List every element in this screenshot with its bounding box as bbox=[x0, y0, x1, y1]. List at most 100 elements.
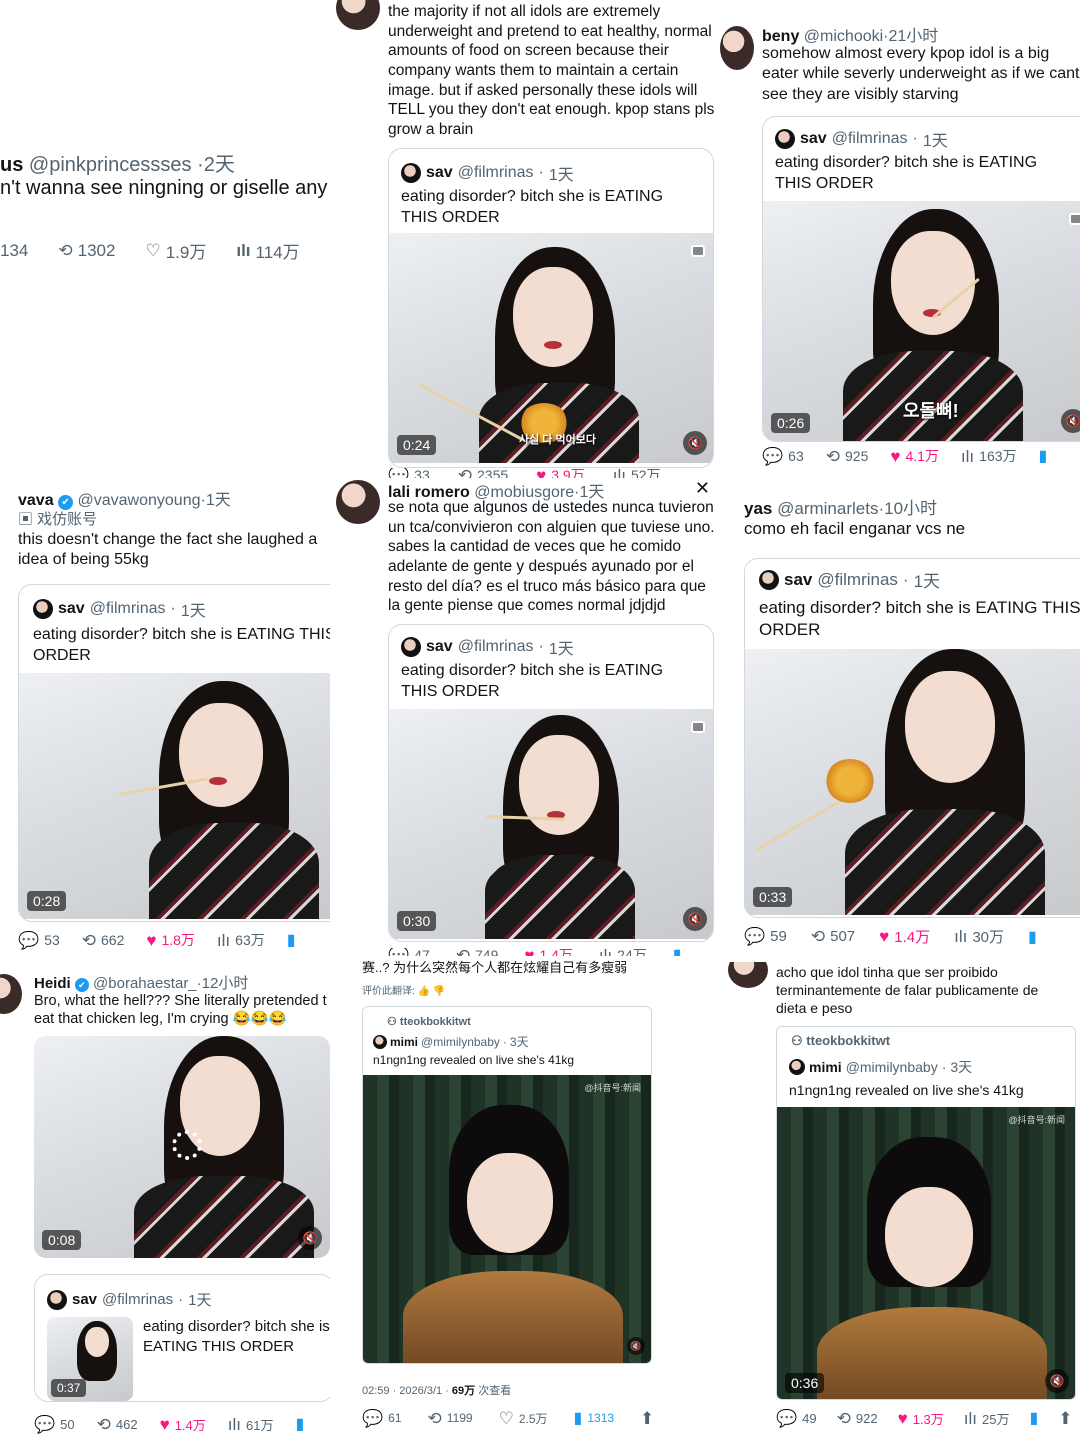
bookmark-icon: ▮ bbox=[1038, 448, 1048, 465]
reply-button[interactable]: 💬 61 bbox=[362, 1410, 402, 1427]
heart-icon: ♥ bbox=[146, 930, 157, 950]
action-bar: 💬 59 ⟲ 507 ♥ 1.4万 ılı 30万 ▮ bbox=[744, 926, 1037, 947]
views-button[interactable]: ılı 163万 bbox=[961, 446, 1017, 466]
avatar[interactable] bbox=[0, 974, 22, 1014]
quote-source: ⚇ tteokbokkitwt bbox=[387, 1016, 471, 1028]
quoted-tweet[interactable]: sav @filmrinas · 1天 eating disorder? bitch … bbox=[18, 584, 330, 922]
reply-button[interactable]: 💬 49 bbox=[776, 1410, 817, 1427]
views-button[interactable]: ılı 25万 bbox=[964, 1409, 1010, 1428]
author-handle[interactable]: @michooki bbox=[804, 28, 883, 45]
bookmark-button[interactable]: ▮ bbox=[1039, 446, 1048, 466]
quoted-tweet[interactable]: sav @filmrinas · 1天 eating disorder? bitch … bbox=[388, 148, 714, 468]
watermark: @抖音号:新闻 bbox=[1008, 1115, 1065, 1125]
like-button[interactable]: ♥ 1.3万 bbox=[898, 1409, 944, 1428]
post-chinese: 赛..? 为什么突然每个人都在炫耀自己有多瘦弱 评价此翻译: 👍 👎 ⚇ tte… bbox=[356, 956, 720, 1440]
quoted-text: n1ngn1ng revealed on live she's 41kg bbox=[373, 1053, 575, 1067]
bookmark-button[interactable]: ▮ 1313 bbox=[574, 1408, 615, 1428]
like-button[interactable]: ♥ 1.4万 bbox=[879, 926, 930, 947]
mute-icon[interactable]: 🔇 bbox=[683, 907, 707, 931]
video-duration: 0:37 bbox=[51, 1379, 87, 1397]
bookmark-button[interactable]: ▮ bbox=[295, 1414, 304, 1434]
mute-icon[interactable]: 🔇 bbox=[627, 1337, 645, 1355]
action-bar: 💬 50 ⟲ 462 ♥ 1.4万 ılı 61万 ▮ bbox=[34, 1414, 304, 1434]
author-handle[interactable]: @borahaestar_ bbox=[93, 975, 197, 992]
mute-icon[interactable]: 🔇 bbox=[683, 431, 707, 455]
bookmark-icon: ▮ bbox=[1028, 928, 1037, 946]
video-duration: 0:08 bbox=[42, 1230, 82, 1250]
video-player[interactable]: 오돌뼈! 0:26 🔇 bbox=[763, 201, 1080, 441]
author-name[interactable]: us bbox=[0, 154, 23, 176]
views-button[interactable]: ılı 30万 bbox=[954, 926, 1004, 947]
repost-button[interactable]: ⟲ 925 bbox=[826, 448, 869, 465]
like-button[interactable]: ♥ 1.4万 bbox=[160, 1415, 206, 1434]
views-button[interactable]: ılı 63万 bbox=[217, 930, 265, 950]
bookmark-button[interactable]: ▮ bbox=[1028, 927, 1037, 947]
author-name[interactable]: yas bbox=[744, 499, 772, 518]
repost-button[interactable]: ⟲ 922 bbox=[837, 1410, 878, 1427]
like-button[interactable]: ♥ 4.1万 bbox=[890, 446, 939, 466]
reply-icon: 💬 bbox=[34, 1414, 56, 1434]
repost-button[interactable]: ⟲ 462 bbox=[97, 1416, 138, 1433]
quoted-tweet[interactable]: sav @filmrinas · 1天 0:37 eating disorder? b… bbox=[34, 1274, 330, 1402]
bookmark-button[interactable]: ▮ bbox=[287, 930, 296, 950]
thumbs-up-icon[interactable]: 👍 bbox=[418, 986, 430, 997]
author-handle[interactable]: @arminarlets bbox=[777, 499, 878, 518]
repost-button[interactable]: ⟲ 507 bbox=[811, 928, 855, 945]
repost-button[interactable]: ⟲ 1302 bbox=[58, 241, 115, 261]
mute-icon[interactable]: 🔇 bbox=[298, 1226, 322, 1250]
quoted-tweet[interactable]: sav @filmrinas · 1天 eating disorder? bitch … bbox=[744, 558, 1080, 918]
heart-outline-icon: ♡ bbox=[145, 241, 161, 260]
quoted-tweet[interactable]: sav @filmrinas · 1天 eating disorder? bitch … bbox=[388, 624, 714, 942]
author-handle[interactable]: @pinkprincessses bbox=[29, 154, 192, 176]
close-icon[interactable]: ✕ bbox=[695, 478, 710, 499]
video-caption: 오돌뼈! bbox=[903, 401, 959, 421]
chart-icon: ılı bbox=[236, 241, 251, 260]
avatar[interactable] bbox=[336, 0, 380, 30]
avatar[interactable] bbox=[336, 480, 380, 524]
post-header: yas @arminarlets·10小时 bbox=[744, 499, 938, 518]
video-player[interactable]: 0:33 bbox=[745, 649, 1080, 915]
author-name[interactable]: beny bbox=[762, 28, 799, 45]
video-player[interactable]: 사실 다 먹어보다 0:24 🔇 bbox=[389, 233, 713, 463]
share-button[interactable]: ⬆ bbox=[1058, 1410, 1072, 1427]
reply-count[interactable]: 134 bbox=[0, 241, 28, 261]
share-button[interactable]: ⬆ bbox=[640, 1410, 654, 1427]
bookmark-button[interactable]: ▮ bbox=[1029, 1408, 1038, 1428]
video-player[interactable]: 0:30 🔇 bbox=[389, 709, 713, 939]
quoted-tweet[interactable]: sav @filmrinas · 1天 eating disorder? bitch … bbox=[762, 116, 1080, 442]
quoted-tweet[interactable]: ⚇ tteokbokkitwt mimi @mimilynbaby · 3天 n1ng… bbox=[776, 1026, 1076, 1400]
reply-icon: 💬 bbox=[762, 446, 784, 466]
mute-icon[interactable]: 🔇 bbox=[1045, 1369, 1069, 1393]
repost-icon: ⟲ bbox=[810, 927, 826, 946]
repost-button[interactable]: ⟲ 662 bbox=[82, 932, 125, 949]
reply-button[interactable]: 💬 50 bbox=[34, 1416, 75, 1433]
views-button[interactable]: ılı 61万 bbox=[228, 1415, 274, 1434]
video-player[interactable]: 0:08 🔇 bbox=[34, 1036, 330, 1258]
like-button[interactable]: ♡ 2.5万 bbox=[499, 1410, 548, 1427]
reply-button[interactable]: 💬 53 bbox=[18, 932, 60, 949]
post-pinkprincessses: us @pinkprincessses ·2天 n't wanna see ni… bbox=[0, 0, 330, 470]
quoted-avatar bbox=[401, 637, 421, 657]
video-player[interactable]: @抖音号:新闻 0:36 🔇 bbox=[777, 1107, 1075, 1399]
reply-button[interactable]: 💬 63 bbox=[762, 448, 804, 465]
avatar[interactable] bbox=[728, 962, 768, 988]
author-handle[interactable]: @vavawonyoung bbox=[78, 492, 201, 509]
quoted-thumbnail[interactable]: 0:37 bbox=[47, 1317, 133, 1401]
repost-icon: ⟲ bbox=[81, 930, 96, 950]
author-name[interactable]: Heidi bbox=[34, 975, 71, 992]
video-player[interactable]: @抖音号:新闻 🔇 bbox=[363, 1075, 651, 1363]
video-player[interactable]: 0:28 bbox=[19, 673, 330, 919]
like-button[interactable]: ♥ 1.8万 bbox=[146, 930, 195, 950]
avatar[interactable] bbox=[720, 26, 754, 70]
post-text: 赛..? 为什么突然每个人都在炫耀自己有多瘦弱 bbox=[362, 960, 628, 975]
thumbs-down-icon[interactable]: 👎 bbox=[433, 986, 445, 997]
views-button[interactable]: ılı 114万 bbox=[236, 238, 299, 263]
video-duration: 0:28 bbox=[27, 891, 67, 911]
author-name[interactable]: vava bbox=[18, 492, 54, 509]
repost-button[interactable]: ⟲ 1199 bbox=[428, 1410, 473, 1427]
reply-button[interactable]: 💬 59 bbox=[744, 928, 787, 945]
quoted-avatar bbox=[33, 599, 53, 619]
mute-icon[interactable]: 🔇 bbox=[1061, 409, 1080, 433]
like-button[interactable]: ♡ 1.9万 bbox=[145, 238, 206, 263]
quoted-tweet[interactable]: ⚇ tteokbokkitwt mimi @mimilynbaby · 3天 n1ng… bbox=[362, 1006, 652, 1364]
